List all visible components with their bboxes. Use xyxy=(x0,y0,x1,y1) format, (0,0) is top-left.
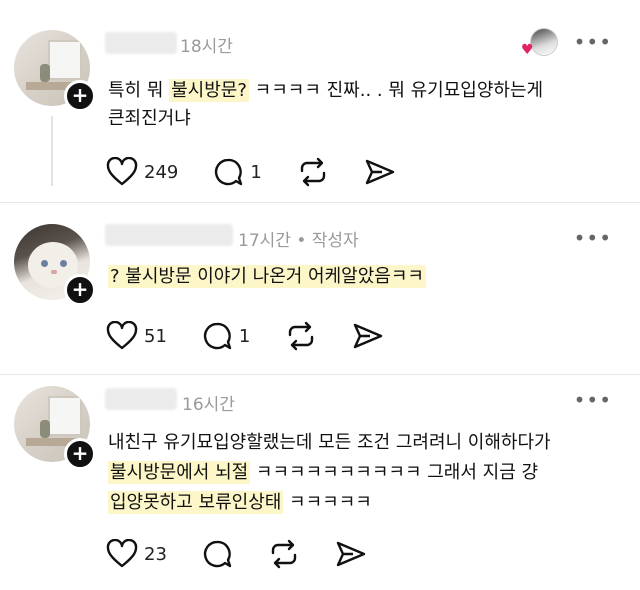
post-actions: 51 1 xyxy=(106,320,418,352)
heart-icon xyxy=(106,321,138,350)
follow-plus-icon[interactable]: + xyxy=(64,274,96,306)
repost-icon xyxy=(289,321,314,351)
post-text-line: 큰죄진거냐 xyxy=(108,108,191,129)
share-button[interactable] xyxy=(335,539,367,569)
post-text-line: 내친구 유기묘입양할랬는데 모든 조건 그려려니 이해하다가 xyxy=(108,432,551,453)
post-time: 18시간 xyxy=(180,37,233,57)
more-options-icon[interactable]: ••• xyxy=(574,30,612,54)
share-icon xyxy=(365,159,395,185)
repost-icon xyxy=(271,539,297,569)
like-button[interactable]: 23 xyxy=(106,539,167,569)
reply-button[interactable]: 1 xyxy=(212,157,262,187)
username-blurred[interactable] xyxy=(105,388,177,410)
divider xyxy=(0,202,640,203)
like-count: 23 xyxy=(144,543,167,565)
heart-icon xyxy=(106,539,138,568)
username-blurred[interactable] xyxy=(105,32,177,54)
reply-count: 1 xyxy=(250,161,262,183)
post-text-line: 입양못하고 보류인상태 ㅋㅋㅋㅋㅋ xyxy=(108,491,372,514)
reply-button[interactable] xyxy=(201,539,233,569)
post-3: + 16시간 ••• 내친구 유기묘입양할랬는데 모든 조건 그려려니 이해하다… xyxy=(0,376,640,590)
reply-count: 1 xyxy=(238,325,251,347)
follow-plus-icon[interactable]: + xyxy=(64,80,96,112)
share-button[interactable] xyxy=(364,157,396,187)
like-count: 249 xyxy=(144,161,179,183)
username-blurred[interactable] xyxy=(105,224,233,246)
like-button[interactable]: 51 xyxy=(106,321,167,351)
like-button[interactable]: 249 xyxy=(106,157,178,187)
liked-heart-icon: ♥ xyxy=(521,42,534,58)
share-icon xyxy=(336,541,366,567)
more-options-icon[interactable]: ••• xyxy=(574,226,612,250)
more-options-icon[interactable]: ••• xyxy=(574,388,612,412)
post-text-line: 불시방문에서 뇌절 ㅋㅋㅋㅋㅋㅋㅋㅋㅋㅋ 그래서 지금 걍 xyxy=(108,461,539,484)
share-icon xyxy=(354,323,383,349)
repost-button[interactable] xyxy=(296,157,330,187)
comment-icon xyxy=(215,158,243,186)
post-actions: 249 1 xyxy=(106,156,430,188)
post-time: 17시간 • 작성자 xyxy=(238,231,359,251)
post-text-line: 특히 뭐 불시방문? ㅋㅋㅋㅋ 진짜.. . 뭐 유기묘입양하는게 xyxy=(108,79,544,102)
share-button[interactable] xyxy=(352,321,384,351)
divider xyxy=(0,374,640,375)
post-actions: 23 xyxy=(106,538,401,570)
comment-icon xyxy=(203,322,232,350)
post-time: 16시간 xyxy=(182,395,235,415)
heart-icon xyxy=(106,157,138,186)
liker-avatar[interactable] xyxy=(530,28,558,56)
like-count: 51 xyxy=(144,325,167,347)
follow-plus-icon[interactable]: + xyxy=(64,438,96,470)
repost-button[interactable] xyxy=(267,539,301,569)
reply-button[interactable]: 1 xyxy=(201,321,250,351)
thread-line xyxy=(51,116,53,186)
post-2: + 17시간 • 작성자 ••• ? 불시방문 이야기 나온거 어케알았음ㅋㅋ … xyxy=(0,204,640,372)
repost-button[interactable] xyxy=(284,321,318,351)
repost-icon xyxy=(300,157,326,187)
comment-icon xyxy=(203,540,232,568)
post-text-line: ? 불시방문 이야기 나온거 어케알았음ㅋㅋ xyxy=(108,265,426,288)
post-1: + 18시간 ♥ ••• 특히 뭐 불시방문? ㅋㅋㅋㅋ 진짜.. . 뭐 유기… xyxy=(0,0,640,200)
